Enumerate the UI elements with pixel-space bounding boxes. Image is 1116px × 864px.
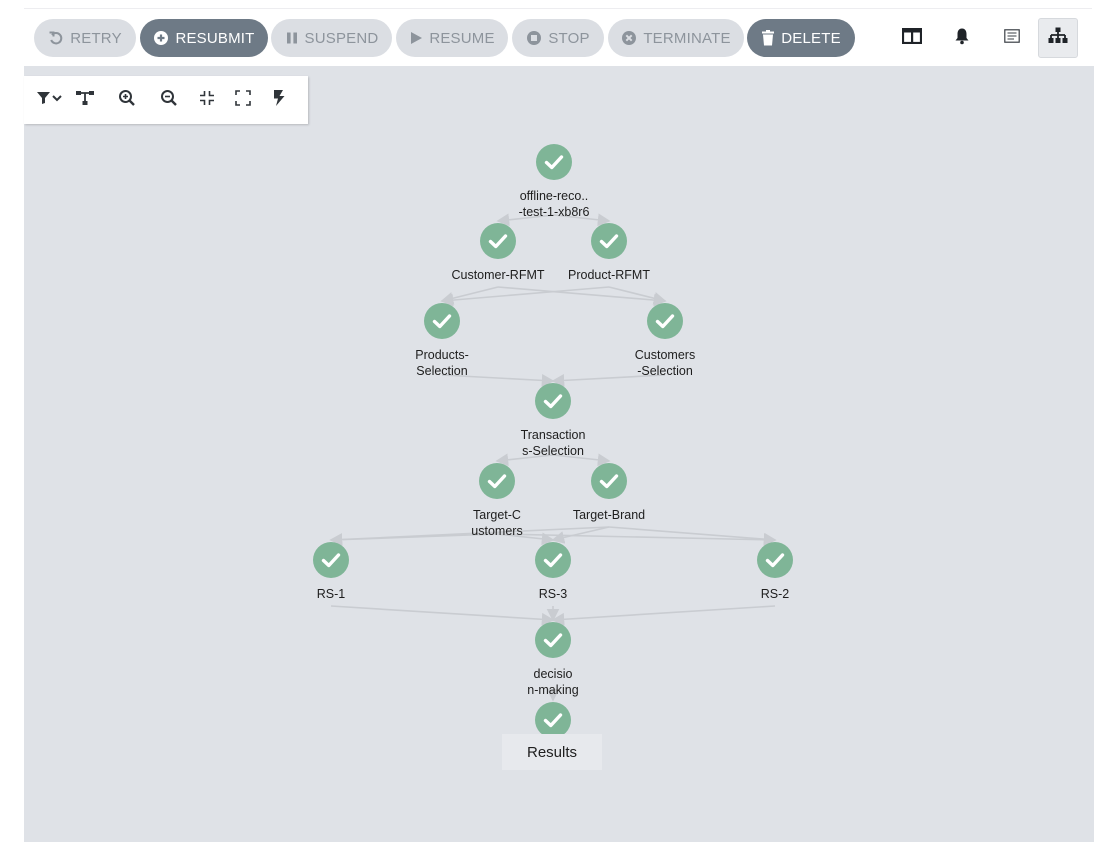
node-label-rs-1: RS-1	[316, 587, 346, 601]
delete-label: DELETE	[781, 29, 841, 47]
suspend-label: SUSPEND	[304, 29, 379, 47]
node-rs-1[interactable]	[313, 542, 349, 578]
stop-button[interactable]: STOP	[512, 19, 604, 57]
node-customers-selection[interactable]	[647, 303, 683, 339]
columns-view-button[interactable]	[892, 18, 932, 58]
check-circle-icon	[536, 144, 572, 180]
node-root[interactable]	[536, 144, 572, 180]
node-products-selection[interactable]	[424, 303, 460, 339]
check-circle-icon	[757, 542, 793, 578]
resume-button[interactable]: RESUME	[396, 19, 508, 57]
list-icon	[1004, 28, 1020, 48]
graph-toolbar	[24, 76, 308, 124]
node-target-customers[interactable]	[479, 463, 515, 499]
edge-rs-1-to-decision-making	[330, 605, 555, 626]
collapse-button[interactable]	[194, 87, 220, 113]
node-product-rfmt[interactable]	[591, 223, 627, 259]
check-circle-icon	[424, 303, 460, 339]
filter-dropdown-icon	[36, 90, 64, 111]
node-customer-rfmt[interactable]	[480, 223, 516, 259]
node-rs-3[interactable]	[535, 542, 571, 578]
expand-button[interactable]	[230, 87, 256, 113]
zoom-in-button[interactable]	[114, 87, 140, 113]
node-target-brand[interactable]	[591, 463, 627, 499]
check-circle-icon	[479, 463, 515, 499]
expand-icon	[235, 89, 251, 111]
check-circle-icon	[535, 542, 571, 578]
notifications-button[interactable]	[942, 18, 982, 58]
resubmit-label: RESUBMIT	[175, 29, 255, 47]
bell-icon	[954, 27, 970, 50]
resubmit-button[interactable]: RESUBMIT	[140, 19, 268, 57]
check-circle-icon	[535, 383, 571, 419]
node-transactions-selection[interactable]	[535, 383, 571, 419]
node-label-customer-rfmt: Customer-RFMT	[451, 268, 545, 282]
graph-view-button[interactable]	[1038, 18, 1078, 58]
workflow-toolbar: RETRY RESUBMIT SUSPEND RESUME STOP TERMI…	[0, 0, 1116, 70]
edge-rs-2-to-decision-making	[551, 605, 776, 626]
columns-icon	[901, 27, 923, 49]
filter-dropdown-button[interactable]	[36, 87, 64, 113]
zoom-out-button[interactable]	[156, 87, 182, 113]
node-label-rs-3: RS-3	[538, 587, 568, 601]
node-decision-making[interactable]	[535, 622, 571, 658]
node-label-transactions-selection: Transaction s-Selection	[520, 428, 586, 458]
collapse-icon	[199, 90, 215, 111]
node-results[interactable]	[535, 702, 571, 738]
workflow-graph-canvas[interactable]: offline-reco.. -test-1-xb8r6 Customer-RFM…	[24, 66, 1094, 842]
trash-icon	[761, 30, 775, 46]
node-label-rs-2: RS-2	[760, 587, 790, 601]
hierarchy-layout-button[interactable]	[72, 87, 98, 113]
resume-label: RESUME	[429, 29, 495, 47]
node-label-product-rfmt: Product-RFMT	[568, 268, 650, 282]
node-label-target-customers: Target-C ustomers	[471, 508, 523, 538]
results-label: Results	[526, 743, 578, 761]
node-label-target-brand: Target-Brand	[572, 508, 646, 522]
check-circle-icon	[313, 542, 349, 578]
suspend-button[interactable]: SUSPEND	[271, 19, 392, 57]
check-circle-icon	[591, 223, 627, 259]
node-rs-2[interactable]	[757, 542, 793, 578]
retry-button[interactable]: RETRY	[34, 19, 136, 57]
retry-icon	[48, 30, 64, 46]
play-icon	[409, 31, 423, 45]
check-circle-icon	[480, 223, 516, 259]
toolbar-divider	[24, 8, 1092, 9]
pause-icon	[285, 31, 299, 45]
check-circle-icon	[535, 702, 571, 738]
terminate-button[interactable]: TERMINATE	[608, 19, 744, 57]
terminate-label: TERMINATE	[643, 29, 731, 47]
times-circle-icon	[621, 30, 637, 46]
hierarchy-icon	[75, 89, 95, 112]
zoom-in-icon	[118, 89, 136, 112]
logs-view-button[interactable]	[992, 18, 1032, 58]
node-label-root: offline-reco.. -test-1-xb8r6	[518, 189, 590, 219]
check-circle-icon	[647, 303, 683, 339]
node-label-customers-selection: Customers -Selection	[634, 348, 696, 378]
delete-button[interactable]: DELETE	[747, 19, 855, 57]
zoom-out-icon	[160, 89, 178, 112]
lightning-icon	[272, 89, 286, 112]
fast-layout-button[interactable]	[266, 87, 292, 113]
results-node-box[interactable]: Results	[502, 734, 602, 770]
check-circle-icon	[535, 622, 571, 658]
stop-label: STOP	[548, 29, 590, 47]
node-label-decision-making: decisio n-making	[527, 667, 579, 697]
retry-label: RETRY	[70, 29, 122, 47]
check-circle-icon	[591, 463, 627, 499]
plus-circle-icon	[153, 30, 169, 46]
stop-circle-icon	[526, 30, 542, 46]
sitemap-icon	[1048, 27, 1068, 50]
node-label-products-selection: Products- Selection	[415, 348, 469, 378]
